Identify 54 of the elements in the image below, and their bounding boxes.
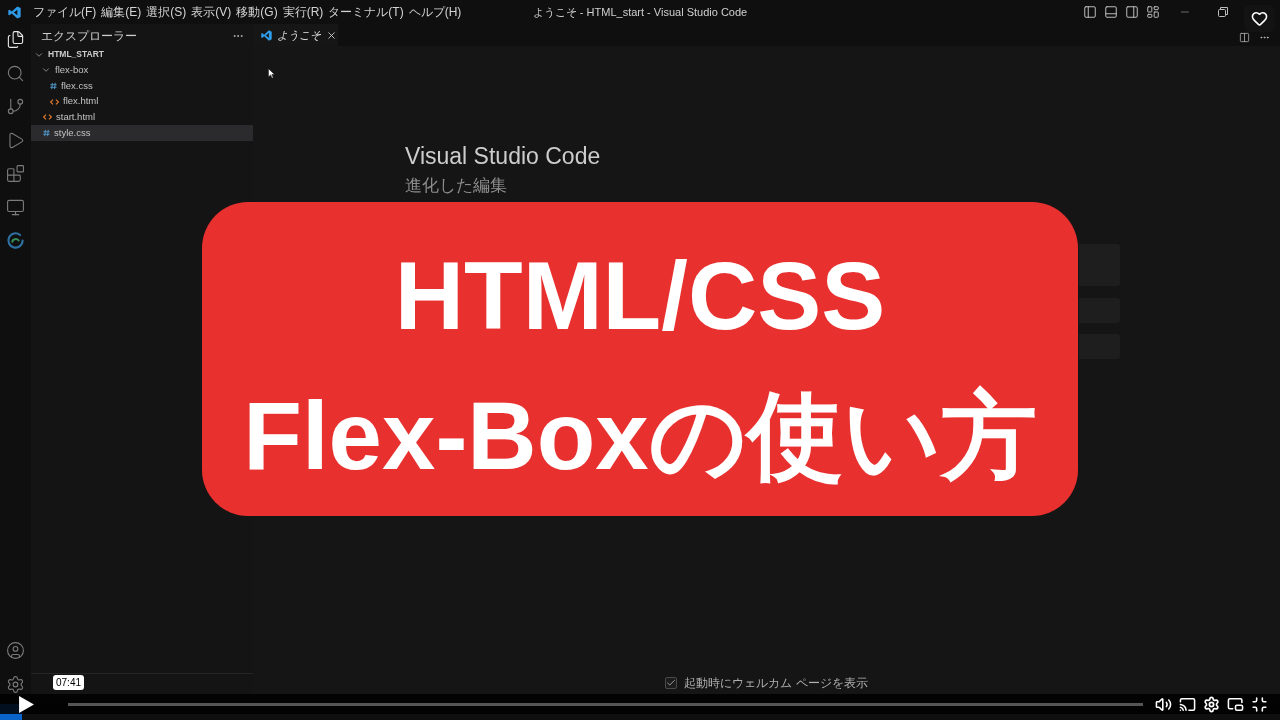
menu-item[interactable]: ヘルプ(H) — [408, 3, 462, 21]
tree-item[interactable]: flex.css — [31, 78, 253, 94]
window-title: ようこそ - HTML_start - Visual Studio Code — [532, 4, 748, 20]
menu-item[interactable]: 表示(V) — [191, 3, 232, 21]
progress-track[interactable] — [68, 702, 1143, 706]
editor-tab[interactable]: ようこそ — [253, 24, 338, 46]
time-tooltip: 07:41 — [53, 675, 85, 690]
app-logo-icon — [261, 29, 272, 41]
play-icon[interactable] — [19, 695, 34, 713]
panel-left-icon[interactable] — [1083, 5, 1097, 19]
blocks-icon[interactable] — [6, 164, 25, 183]
panel-right-icon[interactable] — [1125, 5, 1139, 19]
app-logo-icon — [8, 5, 21, 19]
layout-icon[interactable] — [1146, 5, 1160, 19]
menu-item[interactable]: ファイル(F) — [33, 3, 97, 21]
menu-item[interactable]: 選択(S) — [146, 3, 187, 21]
account-icon[interactable] — [6, 641, 25, 660]
checkbox[interactable] — [665, 677, 678, 689]
exit-fullscreen-icon[interactable] — [1251, 695, 1268, 713]
cast-icon[interactable] — [1179, 695, 1196, 713]
monitor-icon[interactable] — [6, 197, 25, 217]
menu-item[interactable]: 移動(G) — [236, 3, 278, 21]
heart-icon — [1251, 10, 1268, 27]
tree-item[interactable]: HTML_START — [31, 47, 253, 63]
panel-bottom-icon[interactable] — [1104, 5, 1118, 19]
tree-item[interactable]: start.html — [31, 109, 253, 125]
branch-icon[interactable] — [6, 97, 25, 116]
menu-item[interactable]: 実行(R) — [282, 3, 324, 21]
files-icon[interactable] — [6, 30, 25, 49]
restore-icon[interactable] — [1218, 7, 1228, 17]
swirl-icon[interactable] — [6, 231, 25, 250]
hash-icon — [43, 128, 50, 137]
sidebar-title: エクスプローラー — [41, 27, 137, 45]
headline-text: HTML/CSS — [394, 241, 886, 351]
cursor-icon — [268, 68, 275, 79]
tree-item[interactable]: style.css — [31, 124, 253, 141]
menu-item[interactable]: 編集(E) — [101, 3, 142, 21]
miniplayer-icon[interactable] — [1227, 695, 1244, 713]
close-icon[interactable] — [326, 29, 337, 41]
search-icon[interactable] — [6, 63, 25, 83]
angle-brackets-icon — [50, 98, 59, 105]
tree-item[interactable]: flex.html — [31, 93, 253, 110]
check-icon — [666, 678, 677, 688]
like-button[interactable] — [1244, 5, 1275, 32]
volume-icon[interactable] — [1155, 695, 1172, 713]
angle-brackets-icon — [43, 114, 52, 121]
welcome-title: Visual Studio Code — [405, 143, 601, 169]
headline-text: Flex-Boxの使い方 — [243, 381, 1037, 491]
checkbox-label: 起動時にウェルカム ページを表示 — [684, 675, 868, 692]
menu-item[interactable]: ターミナル(T) — [328, 3, 404, 21]
tree-item[interactable]: flex-box — [31, 62, 253, 79]
welcome-subtitle: 進化した編集 — [405, 175, 507, 197]
hash-icon — [50, 82, 57, 90]
split-editor-icon[interactable] — [1239, 31, 1250, 43]
